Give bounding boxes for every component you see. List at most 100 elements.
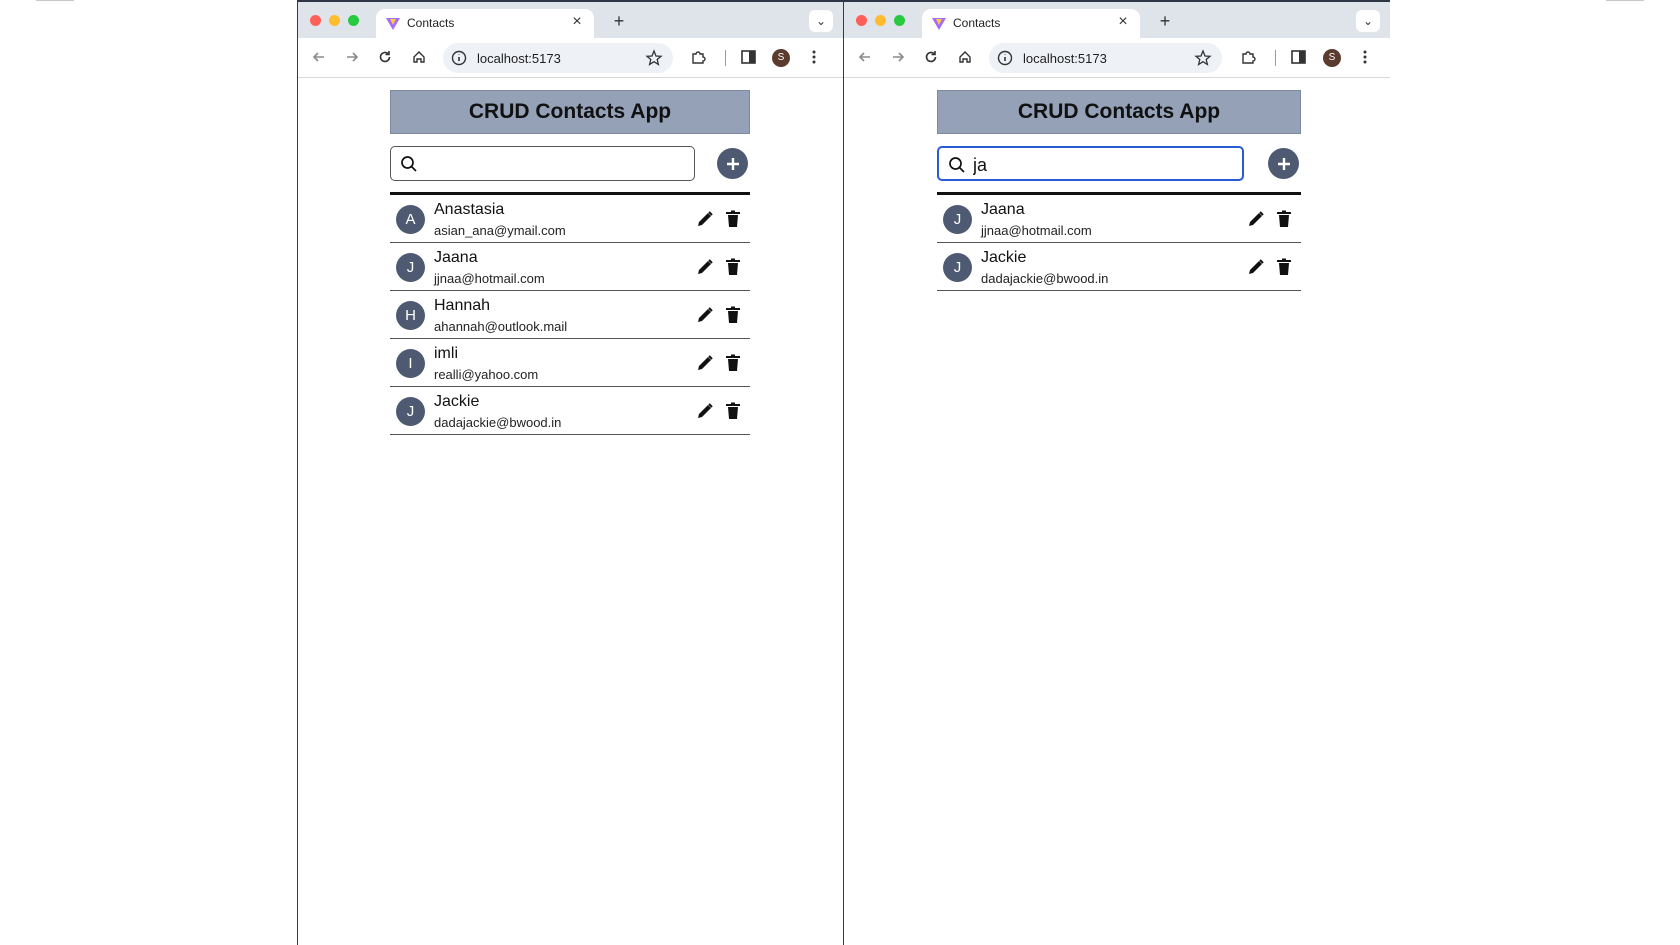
extensions-puzzle-icon[interactable] bbox=[1237, 46, 1259, 68]
search-input[interactable] bbox=[973, 153, 1233, 177]
contact-avatar: H bbox=[396, 301, 425, 330]
search-field[interactable] bbox=[390, 146, 695, 181]
minimize-window-button[interactable] bbox=[875, 15, 886, 26]
maximize-window-button[interactable] bbox=[894, 15, 905, 26]
edit-pencil-icon[interactable] bbox=[1247, 210, 1265, 228]
contact-name: Anastasia bbox=[434, 201, 505, 218]
vite-logo-icon bbox=[386, 18, 400, 30]
add-contact-button[interactable] bbox=[717, 148, 748, 179]
new-tab-button[interactable]: + bbox=[608, 10, 630, 32]
tab-strip: Contacts × + ⌄ bbox=[844, 0, 1390, 40]
bookmark-star-icon[interactable] bbox=[645, 49, 663, 67]
minimize-window-button[interactable] bbox=[329, 15, 340, 26]
delete-trash-icon[interactable] bbox=[1276, 210, 1292, 228]
contact-email: realli@yahoo.com bbox=[434, 367, 539, 382]
profile-avatar[interactable]: S bbox=[772, 49, 790, 67]
contact-row[interactable]: J Jaana jjnaa@hotmail.com bbox=[937, 195, 1301, 243]
site-info-icon[interactable] bbox=[451, 50, 467, 66]
close-window-button[interactable] bbox=[856, 15, 867, 26]
contacts-app: CRUD Contacts App A Anastasia asian_ana@… bbox=[390, 90, 750, 435]
contact-name: Jackie bbox=[981, 249, 1027, 266]
search-icon bbox=[401, 156, 417, 172]
contact-avatar: A bbox=[396, 205, 425, 234]
contact-row[interactable]: I imli realli@yahoo.com bbox=[390, 339, 750, 387]
edit-pencil-icon[interactable] bbox=[696, 306, 714, 324]
more-menu-icon[interactable] bbox=[1354, 46, 1376, 68]
delete-trash-icon[interactable] bbox=[1276, 258, 1292, 276]
delete-trash-icon[interactable] bbox=[725, 210, 741, 228]
contact-name: Jackie bbox=[434, 393, 480, 410]
contact-name: imli bbox=[434, 345, 458, 362]
browser-toolbar: localhost:5173 S bbox=[844, 38, 1390, 78]
plus-icon bbox=[1277, 157, 1290, 170]
contact-email: ahannah@outlook.mail bbox=[434, 319, 568, 334]
contact-row[interactable]: J Jackie dadajackie@bwood.in bbox=[390, 387, 750, 435]
bookmark-star-icon[interactable] bbox=[1194, 49, 1212, 67]
tab-contacts[interactable]: Contacts × bbox=[922, 9, 1140, 40]
contact-email: dadajackie@bwood.in bbox=[981, 271, 1109, 286]
app-header: CRUD Contacts App bbox=[937, 90, 1301, 134]
maximize-window-button[interactable] bbox=[348, 15, 359, 26]
search-field[interactable] bbox=[937, 146, 1244, 181]
site-info-icon[interactable] bbox=[997, 50, 1013, 66]
contact-email: asian_ana@ymail.com bbox=[434, 223, 566, 238]
tab-strip: Contacts × + ⌄ bbox=[298, 0, 843, 40]
vite-logo-icon bbox=[932, 18, 946, 30]
side-panel-icon[interactable] bbox=[1287, 46, 1309, 68]
forward-arrow-icon[interactable] bbox=[887, 46, 909, 68]
address-url: localhost:5173 bbox=[1023, 51, 1107, 66]
delete-trash-icon[interactable] bbox=[725, 258, 741, 276]
page-title: CRUD Contacts App bbox=[468, 100, 672, 123]
more-menu-icon[interactable] bbox=[803, 46, 825, 68]
delete-trash-icon[interactable] bbox=[725, 306, 741, 324]
edit-pencil-icon[interactable] bbox=[1247, 258, 1265, 276]
browser-window-left: Contacts × + ⌄ localhost:5173 S CRUD Con… bbox=[297, 0, 844, 945]
forward-arrow-icon[interactable] bbox=[341, 46, 363, 68]
search-input[interactable] bbox=[425, 152, 685, 176]
page: Contacts × + ⌄ localhost:5173 S CRUD Con… bbox=[0, 0, 1680, 945]
reload-icon[interactable] bbox=[374, 46, 396, 68]
home-icon[interactable] bbox=[954, 46, 976, 68]
contact-row[interactable]: H Hannah ahannah@outlook.mail bbox=[390, 291, 750, 339]
contact-row[interactable]: J Jackie dadajackie@bwood.in bbox=[937, 243, 1301, 291]
reload-icon[interactable] bbox=[920, 46, 942, 68]
contact-name: Hannah bbox=[434, 297, 491, 314]
add-contact-button[interactable] bbox=[1268, 148, 1299, 179]
address-bar[interactable]: localhost:5173 bbox=[989, 43, 1222, 73]
contact-list: A Anastasia asian_ana@ymail.com J Jaana … bbox=[390, 192, 750, 435]
tab-title: Contacts bbox=[407, 16, 455, 30]
contact-email: dadajackie@bwood.in bbox=[434, 415, 562, 430]
address-url: localhost:5173 bbox=[477, 51, 561, 66]
browser-toolbar: localhost:5173 S bbox=[298, 38, 843, 78]
delete-trash-icon[interactable] bbox=[725, 354, 741, 372]
tab-search-button[interactable]: ⌄ bbox=[1356, 10, 1380, 32]
app-header: CRUD Contacts App bbox=[390, 90, 750, 134]
tab-close-icon[interactable]: × bbox=[568, 13, 586, 31]
home-icon[interactable] bbox=[408, 46, 430, 68]
contact-avatar: J bbox=[943, 253, 972, 282]
contact-avatar: J bbox=[943, 205, 972, 234]
profile-avatar[interactable]: S bbox=[1323, 49, 1341, 67]
tab-contacts[interactable]: Contacts × bbox=[376, 9, 594, 40]
edit-pencil-icon[interactable] bbox=[696, 210, 714, 228]
search-icon bbox=[949, 157, 965, 173]
tab-close-icon[interactable]: × bbox=[1114, 13, 1132, 31]
extensions-puzzle-icon[interactable] bbox=[687, 46, 709, 68]
edit-pencil-icon[interactable] bbox=[696, 258, 714, 276]
edit-pencil-icon[interactable] bbox=[696, 354, 714, 372]
search-row bbox=[390, 134, 750, 192]
contact-row[interactable]: J Jaana jjnaa@hotmail.com bbox=[390, 243, 750, 291]
edit-pencil-icon[interactable] bbox=[696, 402, 714, 420]
close-window-button[interactable] bbox=[310, 15, 321, 26]
plus-icon bbox=[726, 157, 739, 170]
back-arrow-icon[interactable] bbox=[854, 46, 876, 68]
address-bar[interactable]: localhost:5173 bbox=[443, 43, 673, 73]
page-title: CRUD Contacts App bbox=[1017, 100, 1221, 123]
new-tab-button[interactable]: + bbox=[1154, 10, 1176, 32]
back-arrow-icon[interactable] bbox=[308, 46, 330, 68]
tab-search-button[interactable]: ⌄ bbox=[809, 10, 833, 32]
contact-avatar: I bbox=[396, 349, 425, 378]
contact-row[interactable]: A Anastasia asian_ana@ymail.com bbox=[390, 195, 750, 243]
delete-trash-icon[interactable] bbox=[725, 402, 741, 420]
side-panel-icon[interactable] bbox=[737, 46, 759, 68]
